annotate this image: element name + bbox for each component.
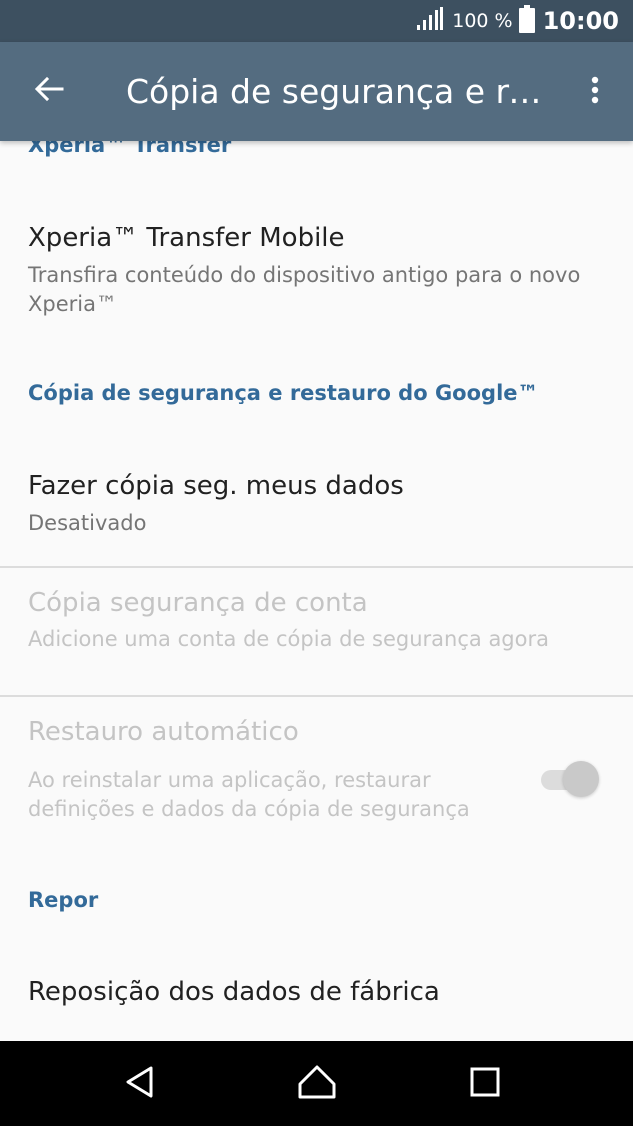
- back-button[interactable]: [24, 69, 74, 113]
- item-subtitle: Ao reinstalar uma aplicação, restaurar d…: [28, 768, 470, 821]
- more-options-button[interactable]: [577, 72, 613, 112]
- back-arrow-icon: [34, 76, 64, 106]
- item-title: Reposição dos dados de fábrica: [28, 977, 440, 1007]
- more-vert-icon: [591, 76, 599, 108]
- factory-data-reset-item[interactable]: Reposição dos dados de fábrica: [0, 951, 633, 1041]
- item-subtitle: Adicione uma conta de cópia de segurança…: [28, 627, 549, 651]
- nav-recents-button[interactable]: [457, 1061, 513, 1107]
- navigation-bar: [0, 1041, 633, 1126]
- app-bar: Cópia de segurança e restauro: [0, 42, 633, 141]
- item-title: Fazer cópia seg. meus dados: [28, 471, 404, 501]
- item-title: Cópia segurança de conta: [28, 588, 368, 618]
- toggle-thumb: [563, 761, 599, 797]
- nav-back-button[interactable]: [112, 1061, 168, 1107]
- back-icon: [124, 1065, 156, 1103]
- section-header-reset: Repor: [28, 888, 99, 912]
- settings-list[interactable]: Xperia™ Transfer Xperia™ Transfer Mobile…: [0, 141, 633, 1041]
- clock: 10:00: [542, 7, 619, 35]
- item-title: Xperia™ Transfer Mobile: [28, 223, 345, 253]
- signal-icon: [416, 7, 444, 35]
- home-icon: [297, 1064, 337, 1104]
- battery-icon: [518, 5, 535, 37]
- section-header-google-backup: Cópia de segurança e restauro do Google™: [28, 381, 539, 405]
- xperia-transfer-mobile-item[interactable]: Xperia™ Transfer Mobile Transfira conteú…: [0, 201, 633, 341]
- backup-account-item[interactable]: Cópia segurança de conta Adicione uma co…: [0, 568, 633, 695]
- battery-percent: 100 %: [452, 10, 513, 32]
- nav-home-button[interactable]: [289, 1061, 345, 1107]
- page-title: Cópia de segurança e restauro: [126, 72, 546, 111]
- auto-restore-item[interactable]: Restauro automático Ao reinstalar uma ap…: [0, 697, 633, 847]
- item-title: Restauro automático: [28, 717, 299, 747]
- auto-restore-toggle[interactable]: [541, 759, 599, 799]
- backup-my-data-item[interactable]: Fazer cópia seg. meus dados Desativado: [0, 451, 633, 566]
- status-icons: 100 % 10:00: [416, 0, 619, 42]
- section-header-xperia-transfer: Xperia™ Transfer: [28, 141, 232, 157]
- recents-icon: [470, 1067, 500, 1101]
- status-bar: 100 % 10:00: [0, 0, 633, 42]
- item-subtitle: Transfira conteúdo do dispositivo antigo…: [28, 263, 581, 316]
- item-subtitle: Desativado: [28, 511, 147, 535]
